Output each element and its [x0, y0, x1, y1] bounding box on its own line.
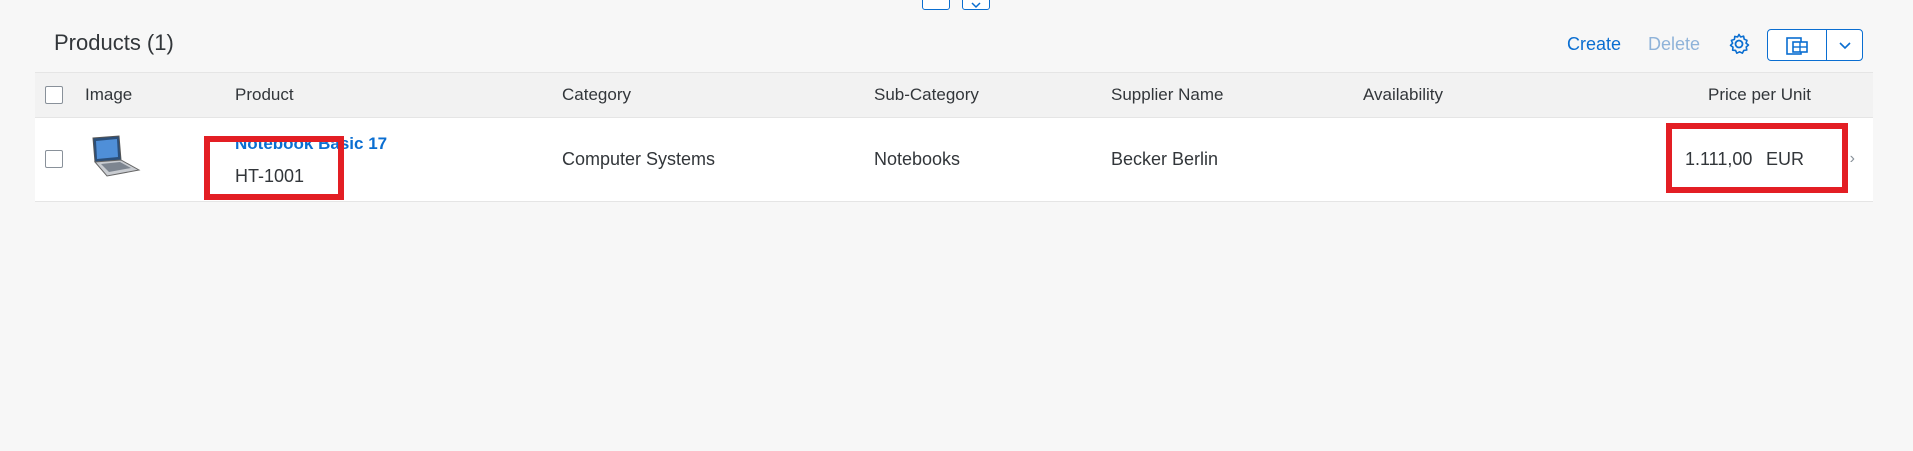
highlight-box-product-id: [204, 136, 344, 200]
column-header-sub-category[interactable]: Sub-Category: [874, 85, 979, 105]
sub-category-cell: Notebooks: [874, 149, 961, 169]
export-split-button[interactable]: [1767, 29, 1863, 61]
column-header-availability[interactable]: Availability: [1363, 85, 1443, 105]
row-checkbox[interactable]: [45, 150, 63, 168]
create-button[interactable]: Create: [1567, 34, 1621, 55]
row-navigation-icon[interactable]: ›: [1850, 150, 1855, 168]
spreadsheet-icon: [1786, 37, 1808, 55]
table-title: Products (1): [54, 30, 174, 55]
select-all-checkbox[interactable]: [45, 86, 63, 104]
delete-button[interactable]: Delete: [1648, 34, 1700, 55]
export-dropdown-button[interactable]: [1827, 30, 1862, 60]
highlight-box-price: [1666, 123, 1848, 193]
column-header-image[interactable]: Image: [85, 85, 132, 105]
chevron-down-icon: [1838, 42, 1851, 50]
column-header-price[interactable]: Price per Unit: [1708, 85, 1811, 105]
table-header: Image Product Category Sub-Category Supp…: [35, 72, 1873, 118]
gear-icon[interactable]: [1727, 32, 1751, 56]
laptop-image: [92, 135, 141, 177]
column-header-category[interactable]: Category: [562, 85, 631, 105]
export-button[interactable]: [1768, 30, 1827, 60]
category-cell: Computer Systems: [562, 149, 716, 169]
supplier-cell: Becker Berlin: [1111, 149, 1219, 169]
column-header-product[interactable]: Product: [235, 85, 294, 105]
column-header-supplier[interactable]: Supplier Name: [1111, 85, 1223, 105]
